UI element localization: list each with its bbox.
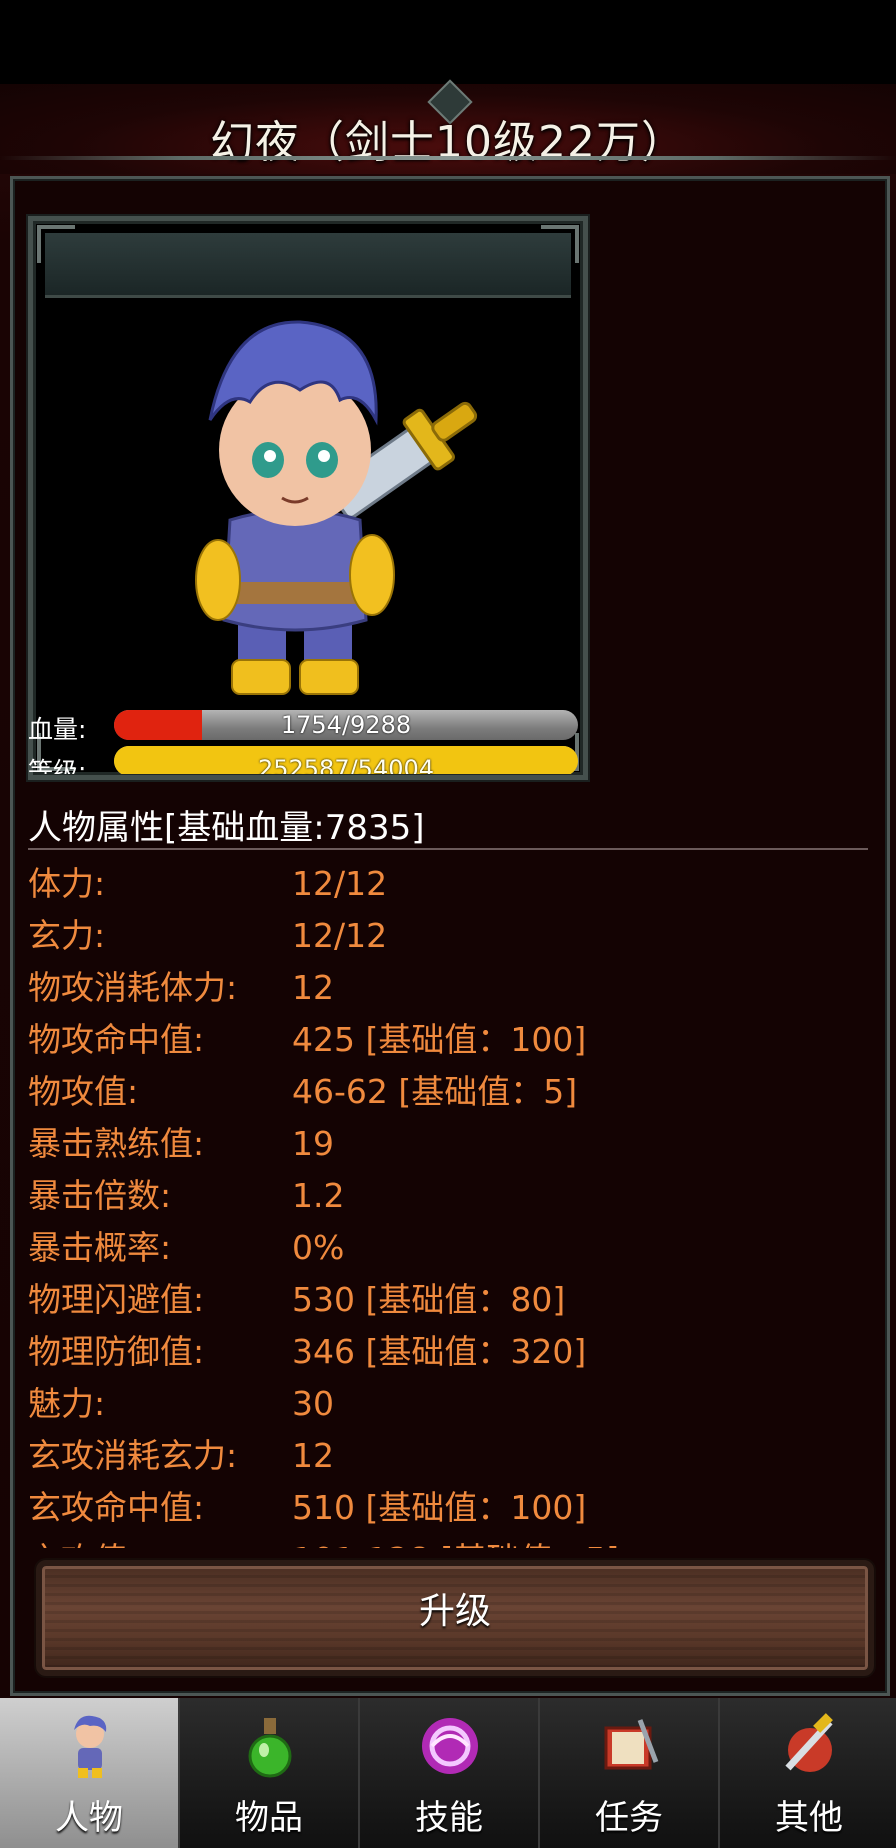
attribute-name: 暴击倍数: xyxy=(28,1176,172,1215)
attribute-value: 101-128 [基础值：5] xyxy=(292,1534,619,1548)
potion-icon xyxy=(234,1710,306,1782)
attribute-value: 425 [基础值：100] xyxy=(292,1020,587,1059)
attribute-value: 12 xyxy=(292,1436,334,1475)
sword-emblem-icon xyxy=(774,1710,846,1782)
attribute-row: 物理闪避值: 530 [基础值：80] xyxy=(28,1274,868,1326)
attribute-row: 玄攻命中值: 510 [基础值：100] xyxy=(28,1482,868,1534)
attribute-value: 30 xyxy=(292,1384,334,1423)
attribute-value: 12/12 xyxy=(292,916,388,955)
corner-ornament xyxy=(37,225,75,263)
attribute-row: 物攻命中值: 425 [基础值：100] xyxy=(28,1014,868,1066)
attribute-row: 物理防御值: 346 [基础值：320] xyxy=(28,1326,868,1378)
quest-book-icon xyxy=(594,1710,666,1782)
attribute-name: 玄攻命中值: xyxy=(28,1488,205,1527)
attribute-row: 暴击熟练值: 19 xyxy=(28,1118,868,1170)
attribute-row: 玄攻消耗玄力: 12 xyxy=(28,1430,868,1482)
attribute-name: 玄攻消耗玄力: xyxy=(28,1436,238,1475)
nav-tab-potion[interactable]: 物品 xyxy=(180,1698,360,1848)
nav-tab-quest-book[interactable]: 任务 xyxy=(540,1698,720,1848)
hp-value: 1754/9288 xyxy=(280,711,412,739)
attribute-row: 物攻值: 46-62 [基础值：5] xyxy=(28,1066,868,1118)
attribute-name: 玄攻值: xyxy=(28,1534,138,1548)
attribute-value: 510 [基础值：100] xyxy=(292,1488,587,1527)
attribute-name: 物攻值: xyxy=(28,1072,139,1111)
portrait-nameplate xyxy=(45,233,571,298)
level-label: 等级: xyxy=(28,757,87,774)
attribute-name: 体力: xyxy=(28,864,106,903)
attribute-row: 玄攻值: 101-128 [基础值：5] xyxy=(28,1534,868,1548)
nav-tab-label: 任务 xyxy=(595,1798,663,1838)
attribute-row: 暴击概率: 0% xyxy=(28,1222,868,1274)
attribute-name: 玄力: xyxy=(28,916,106,955)
nav-tab-skill-orb[interactable]: 技能 xyxy=(360,1698,540,1848)
nav-tab-label: 其他 xyxy=(775,1798,843,1838)
bottom-nav: 人物 物品 技能 任务 其他 xyxy=(0,1698,896,1848)
attribute-value: 1.2 xyxy=(292,1176,345,1215)
attributes-divider xyxy=(28,848,868,850)
attribute-name: 暴击熟练值: xyxy=(28,1124,205,1163)
attribute-name: 魅力: xyxy=(28,1384,106,1423)
nav-tab-character[interactable]: 人物 xyxy=(0,1698,180,1848)
attribute-row: 体力: 12/12 xyxy=(28,858,868,910)
attribute-row: 魅力: 30 xyxy=(28,1378,868,1430)
page-title: 幻夜（剑士10级22万） xyxy=(210,117,686,168)
corner-ornament xyxy=(541,225,579,263)
attribute-row: 暴击倍数: 1.2 xyxy=(28,1170,868,1222)
attribute-value: 12/12 xyxy=(292,864,388,903)
status-bar xyxy=(0,0,896,84)
attribute-row: 玄力: 12/12 xyxy=(28,910,868,962)
attribute-row: 物攻消耗体力: 12 xyxy=(28,962,868,1014)
nav-tab-label: 人物 xyxy=(55,1798,123,1838)
attribute-value: 0% xyxy=(292,1228,345,1267)
upgrade-button-label: 升级 xyxy=(418,1591,491,1632)
attribute-value: 46-62 [基础值：5] xyxy=(292,1072,578,1111)
header-divider xyxy=(0,156,896,160)
upgrade-button[interactable]: 升级 xyxy=(36,1560,874,1676)
attribute-name: 物理防御值: xyxy=(28,1332,205,1371)
attributes-heading: 人物属性[基础血量:7835] xyxy=(28,808,425,848)
attribute-name: 暴击概率: xyxy=(28,1228,172,1267)
hp-bar: 1754/9288 xyxy=(114,710,578,740)
hp-label: 血量: xyxy=(28,715,87,744)
attributes-list[interactable]: 体力: 12/12 玄力: 12/12 物攻消耗体力: 12 物攻命中值: 425 [基础值：… xyxy=(28,858,868,1548)
skill-orb-icon xyxy=(414,1710,486,1782)
nav-tab-sword-emblem[interactable]: 其他 xyxy=(720,1698,896,1848)
attribute-name: 物理闪避值: xyxy=(28,1280,205,1319)
nav-tab-label: 物品 xyxy=(235,1798,303,1838)
level-value: 252587/54004 xyxy=(257,755,435,774)
attribute-value: 19 xyxy=(292,1124,334,1163)
attribute-value: 530 [基础值：80] xyxy=(292,1280,566,1319)
attribute-value: 346 [基础值：320] xyxy=(292,1332,587,1371)
attribute-name: 物攻命中值: xyxy=(28,1020,205,1059)
attribute-value: 12 xyxy=(292,968,334,1007)
header-band: 幻夜（剑士10级22万） xyxy=(0,79,896,174)
character-icon xyxy=(54,1710,126,1782)
attribute-name: 物攻消耗体力: xyxy=(28,968,238,1007)
level-row-clip: 等级: 252587/54004 xyxy=(28,746,588,774)
level-bar: 252587/54004 xyxy=(114,746,578,774)
swordsman-character xyxy=(195,320,478,695)
nav-tab-label: 技能 xyxy=(415,1798,483,1838)
